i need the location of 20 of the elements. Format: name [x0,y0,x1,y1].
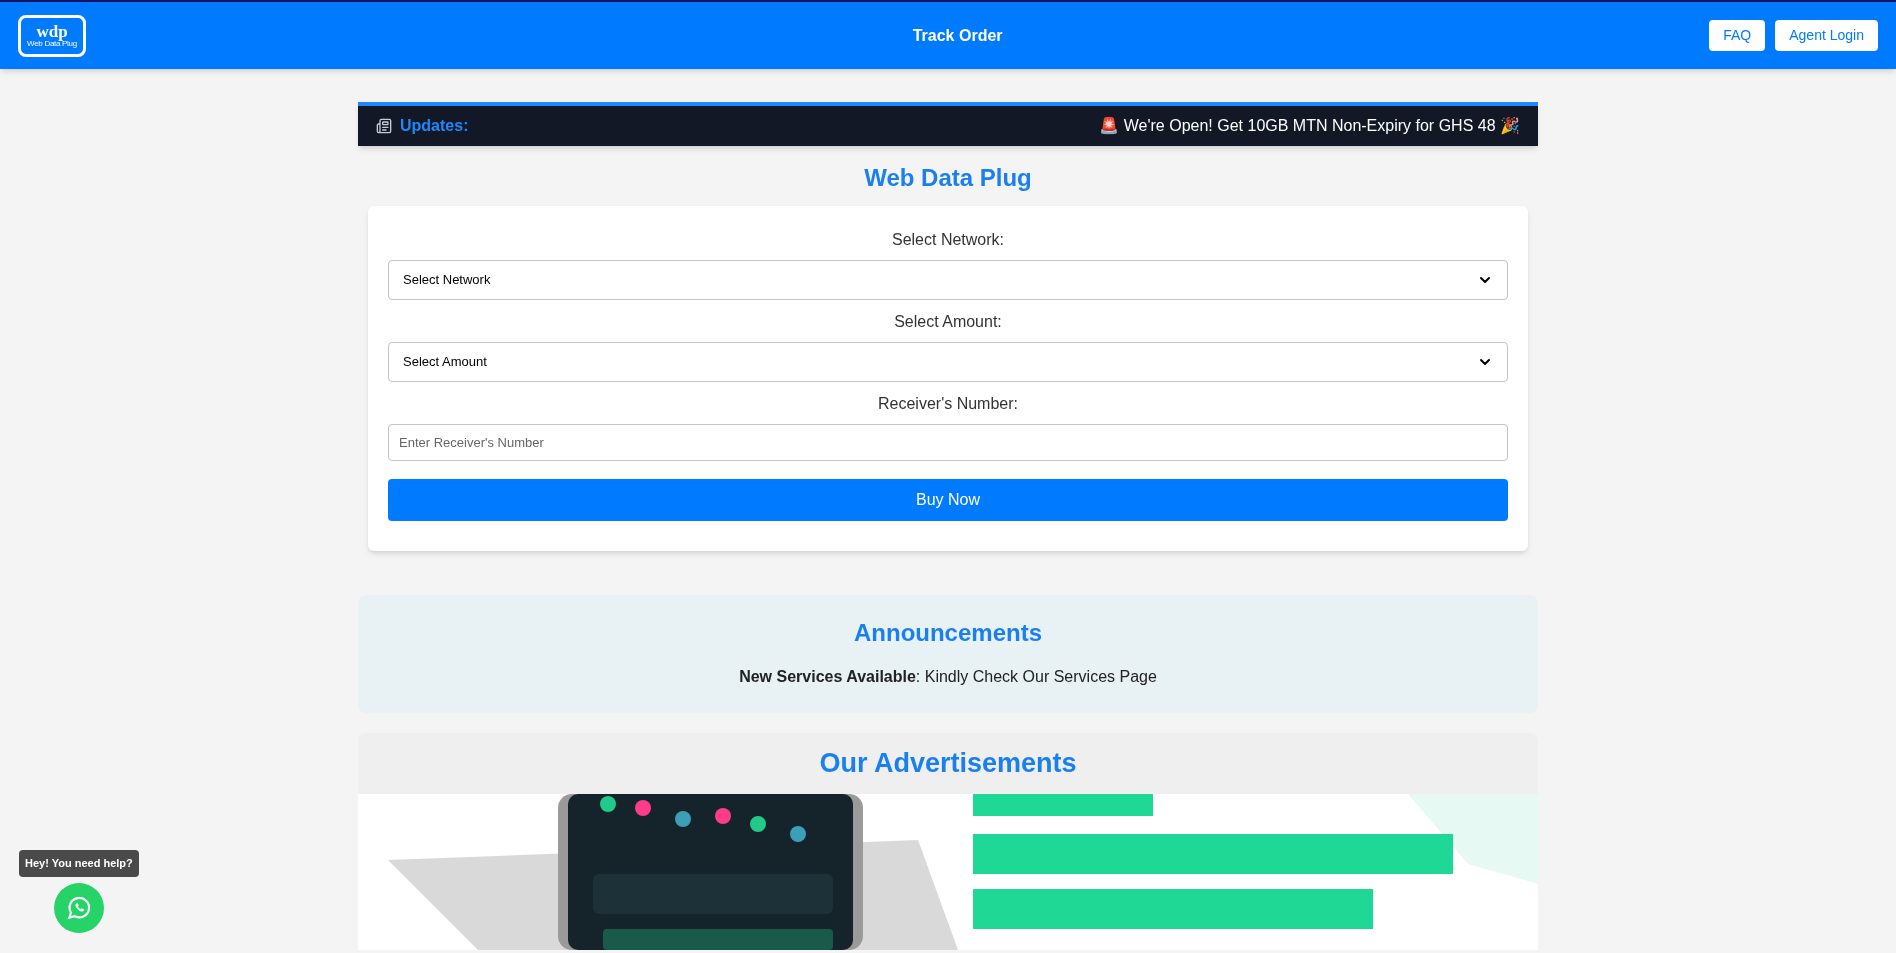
field-label: Select Network: [891,230,1004,250]
header-button[interactable]: FAQ [1709,20,1766,51]
whatsapp-icon [65,894,92,921]
update-message: 🚨 We're Open! Get 10GB MTN Non-Expiry for GHS 48 🎉 [1099,116,1520,137]
logo[interactable]: wdp Web Data Plug [18,14,86,57]
field-label: Select Amount: [894,312,1002,332]
newspaper-icon [376,118,392,134]
advertisements-title: Our Advertisements [819,747,1077,780]
site-title: Web Data Plug [863,163,1033,193]
buy-now-button[interactable]: Buy Now [388,479,1508,521]
dropdown[interactable]: Select Amount [388,342,1508,382]
input-field[interactable]: Enter Receiver's Number [388,424,1508,461]
updates-label: Updates: [400,116,469,136]
announcement-text: New Services Available: Kindly Check Our Services Page [739,667,1157,687]
header-button[interactable]: Agent Login [1775,20,1878,51]
help-tooltip: Hey! You need help? [19,850,139,877]
field-label: Receiver's Number: [878,394,1018,414]
dropdown[interactable]: Select Network [388,260,1508,300]
track-order-link[interactable]: Track Order [912,23,1003,48]
announcements-title: Announcements [854,618,1042,648]
